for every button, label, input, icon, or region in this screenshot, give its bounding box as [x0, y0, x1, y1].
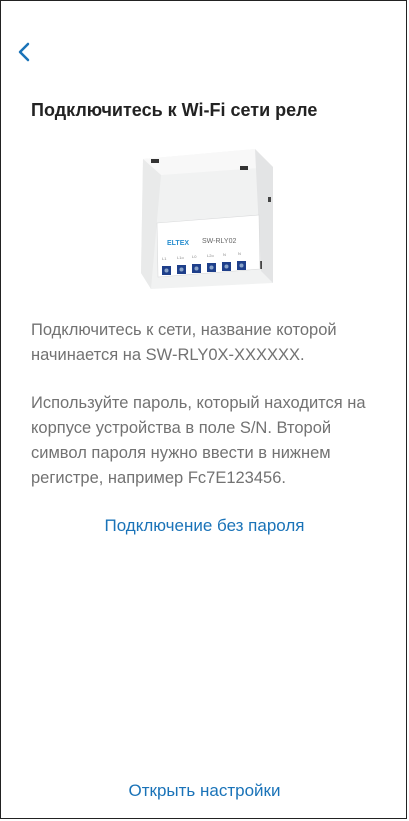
connect-without-password-link[interactable]: Подключение без пароля — [0, 516, 409, 536]
device-model: SW-RLY02 — [202, 238, 236, 245]
terminal-label: L0 — [192, 254, 197, 259]
network-name-instruction: Подключитесь к сети, название которой на… — [31, 321, 337, 364]
relay-device-image: ELTEX SW-RLY02 L1 L1o L0 L2o N N — [141, 149, 273, 289]
terminal-label: N — [238, 251, 241, 256]
chevron-left-icon — [18, 42, 30, 62]
terminal-label: L2o — [207, 253, 214, 258]
terminal-label: L1 — [162, 256, 167, 261]
back-button[interactable] — [10, 38, 38, 66]
password-instruction: Используйте пароль, который находится на… — [31, 394, 366, 487]
terminal-label: N — [223, 252, 226, 257]
device-brand: ELTEX — [167, 240, 189, 247]
terminal-label: L1o — [177, 255, 184, 260]
open-settings-link[interactable]: Открыть настройки — [0, 781, 409, 801]
page-title: Подключитесь к Wi-Fi сети реле — [31, 100, 318, 120]
